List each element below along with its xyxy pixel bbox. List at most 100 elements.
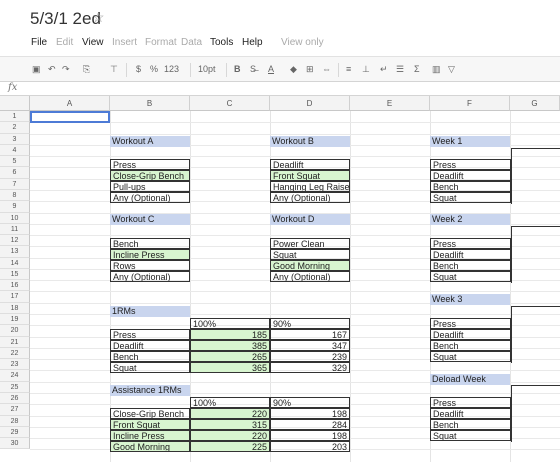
- row-header[interactable]: 13: [0, 246, 30, 258]
- functions-icon[interactable]: Σ: [414, 64, 420, 74]
- rm-lift[interactable]: Press: [110, 329, 190, 340]
- week-lift[interactable]: Squat: [430, 351, 511, 362]
- assistance-90-value[interactable]: 203: [270, 441, 350, 452]
- row-header[interactable]: 26: [0, 393, 30, 405]
- row-header[interactable]: 19: [0, 314, 30, 326]
- assistance-100-value[interactable]: 315: [190, 419, 270, 430]
- row-header[interactable]: 5: [0, 156, 30, 168]
- formula-bar[interactable]: fx: [0, 82, 560, 96]
- workout-b-lift[interactable]: Any (Optional): [270, 192, 350, 203]
- week-lift[interactable]: Press: [430, 238, 511, 249]
- currency-button[interactable]: $: [136, 64, 141, 74]
- rm-100-value[interactable]: 265: [190, 351, 270, 362]
- print-icon[interactable]: ▣: [32, 64, 41, 75]
- column-header[interactable]: F: [430, 96, 510, 111]
- assistance-90-value[interactable]: 284: [270, 419, 350, 430]
- workout-b-lift[interactable]: Front Squat: [270, 170, 350, 181]
- wrap-text-icon[interactable]: ☰: [396, 64, 404, 75]
- assistance-col-100[interactable]: 100%: [190, 397, 270, 408]
- week-lift[interactable]: Bench: [430, 181, 511, 192]
- paint-format-icon[interactable]: ⊤: [110, 64, 118, 75]
- menu-tools[interactable]: Tools: [210, 37, 233, 48]
- row-header[interactable]: 23: [0, 359, 30, 371]
- column-header[interactable]: C: [190, 96, 270, 111]
- workout-c-title[interactable]: Workout C: [110, 214, 190, 225]
- assistance-lift[interactable]: Close-Grip Bench: [110, 408, 190, 419]
- row-header[interactable]: 6: [0, 167, 30, 179]
- rms-title[interactable]: 1RMs: [110, 306, 190, 317]
- undo-icon[interactable]: ↶: [48, 64, 56, 75]
- week-lift[interactable]: Deadlift: [430, 170, 511, 181]
- row-header[interactable]: 4: [0, 144, 30, 157]
- row-header[interactable]: 11: [0, 223, 30, 236]
- workout-d-title[interactable]: Workout D: [270, 214, 350, 225]
- row-header[interactable]: 8: [0, 189, 30, 202]
- bold-button[interactable]: B: [234, 64, 241, 74]
- rm-90-value[interactable]: 347: [270, 340, 350, 351]
- row-header[interactable]: 27: [0, 404, 30, 416]
- row-header[interactable]: 18: [0, 302, 30, 315]
- percent-button[interactable]: %: [150, 64, 158, 74]
- menu-format[interactable]: Format: [145, 37, 177, 48]
- assistance-90-value[interactable]: 198: [270, 430, 350, 441]
- fill-color-icon[interactable]: ◆: [290, 64, 297, 75]
- assistance-100-value[interactable]: 225: [190, 441, 270, 452]
- week-title[interactable]: Week 1: [430, 136, 510, 147]
- workout-d-lift[interactable]: Squat: [270, 249, 350, 260]
- row-header[interactable]: 22: [0, 347, 30, 360]
- menu-insert[interactable]: Insert: [112, 37, 137, 48]
- menu-view[interactable]: View: [82, 37, 104, 48]
- week-lift[interactable]: Bench: [430, 260, 511, 271]
- row-header[interactable]: 17: [0, 291, 30, 303]
- rm-lift[interactable]: Deadlift: [110, 340, 190, 351]
- week-lift[interactable]: Squat: [430, 271, 511, 282]
- workout-a-lift[interactable]: Pull-ups: [110, 181, 190, 192]
- rm-lift[interactable]: Squat: [110, 362, 190, 373]
- row-header[interactable]: 12: [0, 235, 30, 247]
- rm-90-value[interactable]: 239: [270, 351, 350, 362]
- redo-icon[interactable]: ↷: [62, 64, 70, 75]
- workout-c-lift[interactable]: Any (Optional): [110, 271, 190, 282]
- workout-a-lift[interactable]: Press: [110, 159, 190, 170]
- week-lift[interactable]: Bench: [430, 419, 511, 430]
- text-color-icon[interactable]: A: [268, 64, 274, 74]
- week-title[interactable]: Week 3: [430, 294, 510, 305]
- row-header[interactable]: 24: [0, 370, 30, 382]
- week-lift[interactable]: Press: [430, 159, 511, 170]
- assistance-100-value[interactable]: 220: [190, 408, 270, 419]
- week-title[interactable]: Week 2: [430, 214, 510, 225]
- column-header[interactable]: D: [270, 96, 350, 111]
- rm-90-value[interactable]: 167: [270, 329, 350, 340]
- column-header[interactable]: A: [30, 96, 110, 111]
- workout-c-lift[interactable]: Bench: [110, 238, 190, 249]
- row-header[interactable]: 20: [0, 325, 30, 337]
- week-lift[interactable]: Deadlift: [430, 329, 511, 340]
- week-lift[interactable]: Press: [430, 318, 511, 329]
- valign-icon[interactable]: ⊥: [362, 64, 370, 75]
- star-icon[interactable]: ☆: [92, 9, 105, 26]
- week-title[interactable]: Deload Week: [430, 374, 510, 385]
- select-all-corner[interactable]: [0, 96, 30, 111]
- workout-b-title[interactable]: Workout B: [270, 136, 350, 147]
- row-header[interactable]: 2: [0, 122, 30, 134]
- assistance-lift[interactable]: Incline Press: [110, 430, 190, 441]
- column-header[interactable]: G: [510, 96, 560, 111]
- rm-100-value[interactable]: 185: [190, 329, 270, 340]
- filter-icon[interactable]: ▽: [448, 64, 455, 75]
- rms-col-90[interactable]: 90%: [270, 318, 350, 329]
- menu-edit[interactable]: Edit: [56, 37, 73, 48]
- row-header[interactable]: 1: [0, 111, 30, 123]
- row-header[interactable]: 15: [0, 268, 30, 281]
- selected-cell-a1[interactable]: [30, 111, 110, 123]
- rm-90-value[interactable]: 329: [270, 362, 350, 373]
- workout-a-lift[interactable]: Any (Optional): [110, 192, 190, 203]
- week-lift[interactable]: Deadlift: [430, 249, 511, 260]
- workout-d-lift[interactable]: Any (Optional): [270, 271, 350, 282]
- week-lift[interactable]: Press: [430, 397, 511, 408]
- row-header[interactable]: 7: [0, 178, 30, 190]
- wrap-icon[interactable]: ↵: [380, 64, 388, 75]
- merge-cells-icon[interactable]: ⇔: [322, 64, 331, 74]
- paste-format-icon[interactable]: ⎘: [83, 64, 90, 75]
- font-size-select[interactable]: 10pt: [198, 64, 216, 74]
- align-icon[interactable]: ≡: [346, 64, 351, 74]
